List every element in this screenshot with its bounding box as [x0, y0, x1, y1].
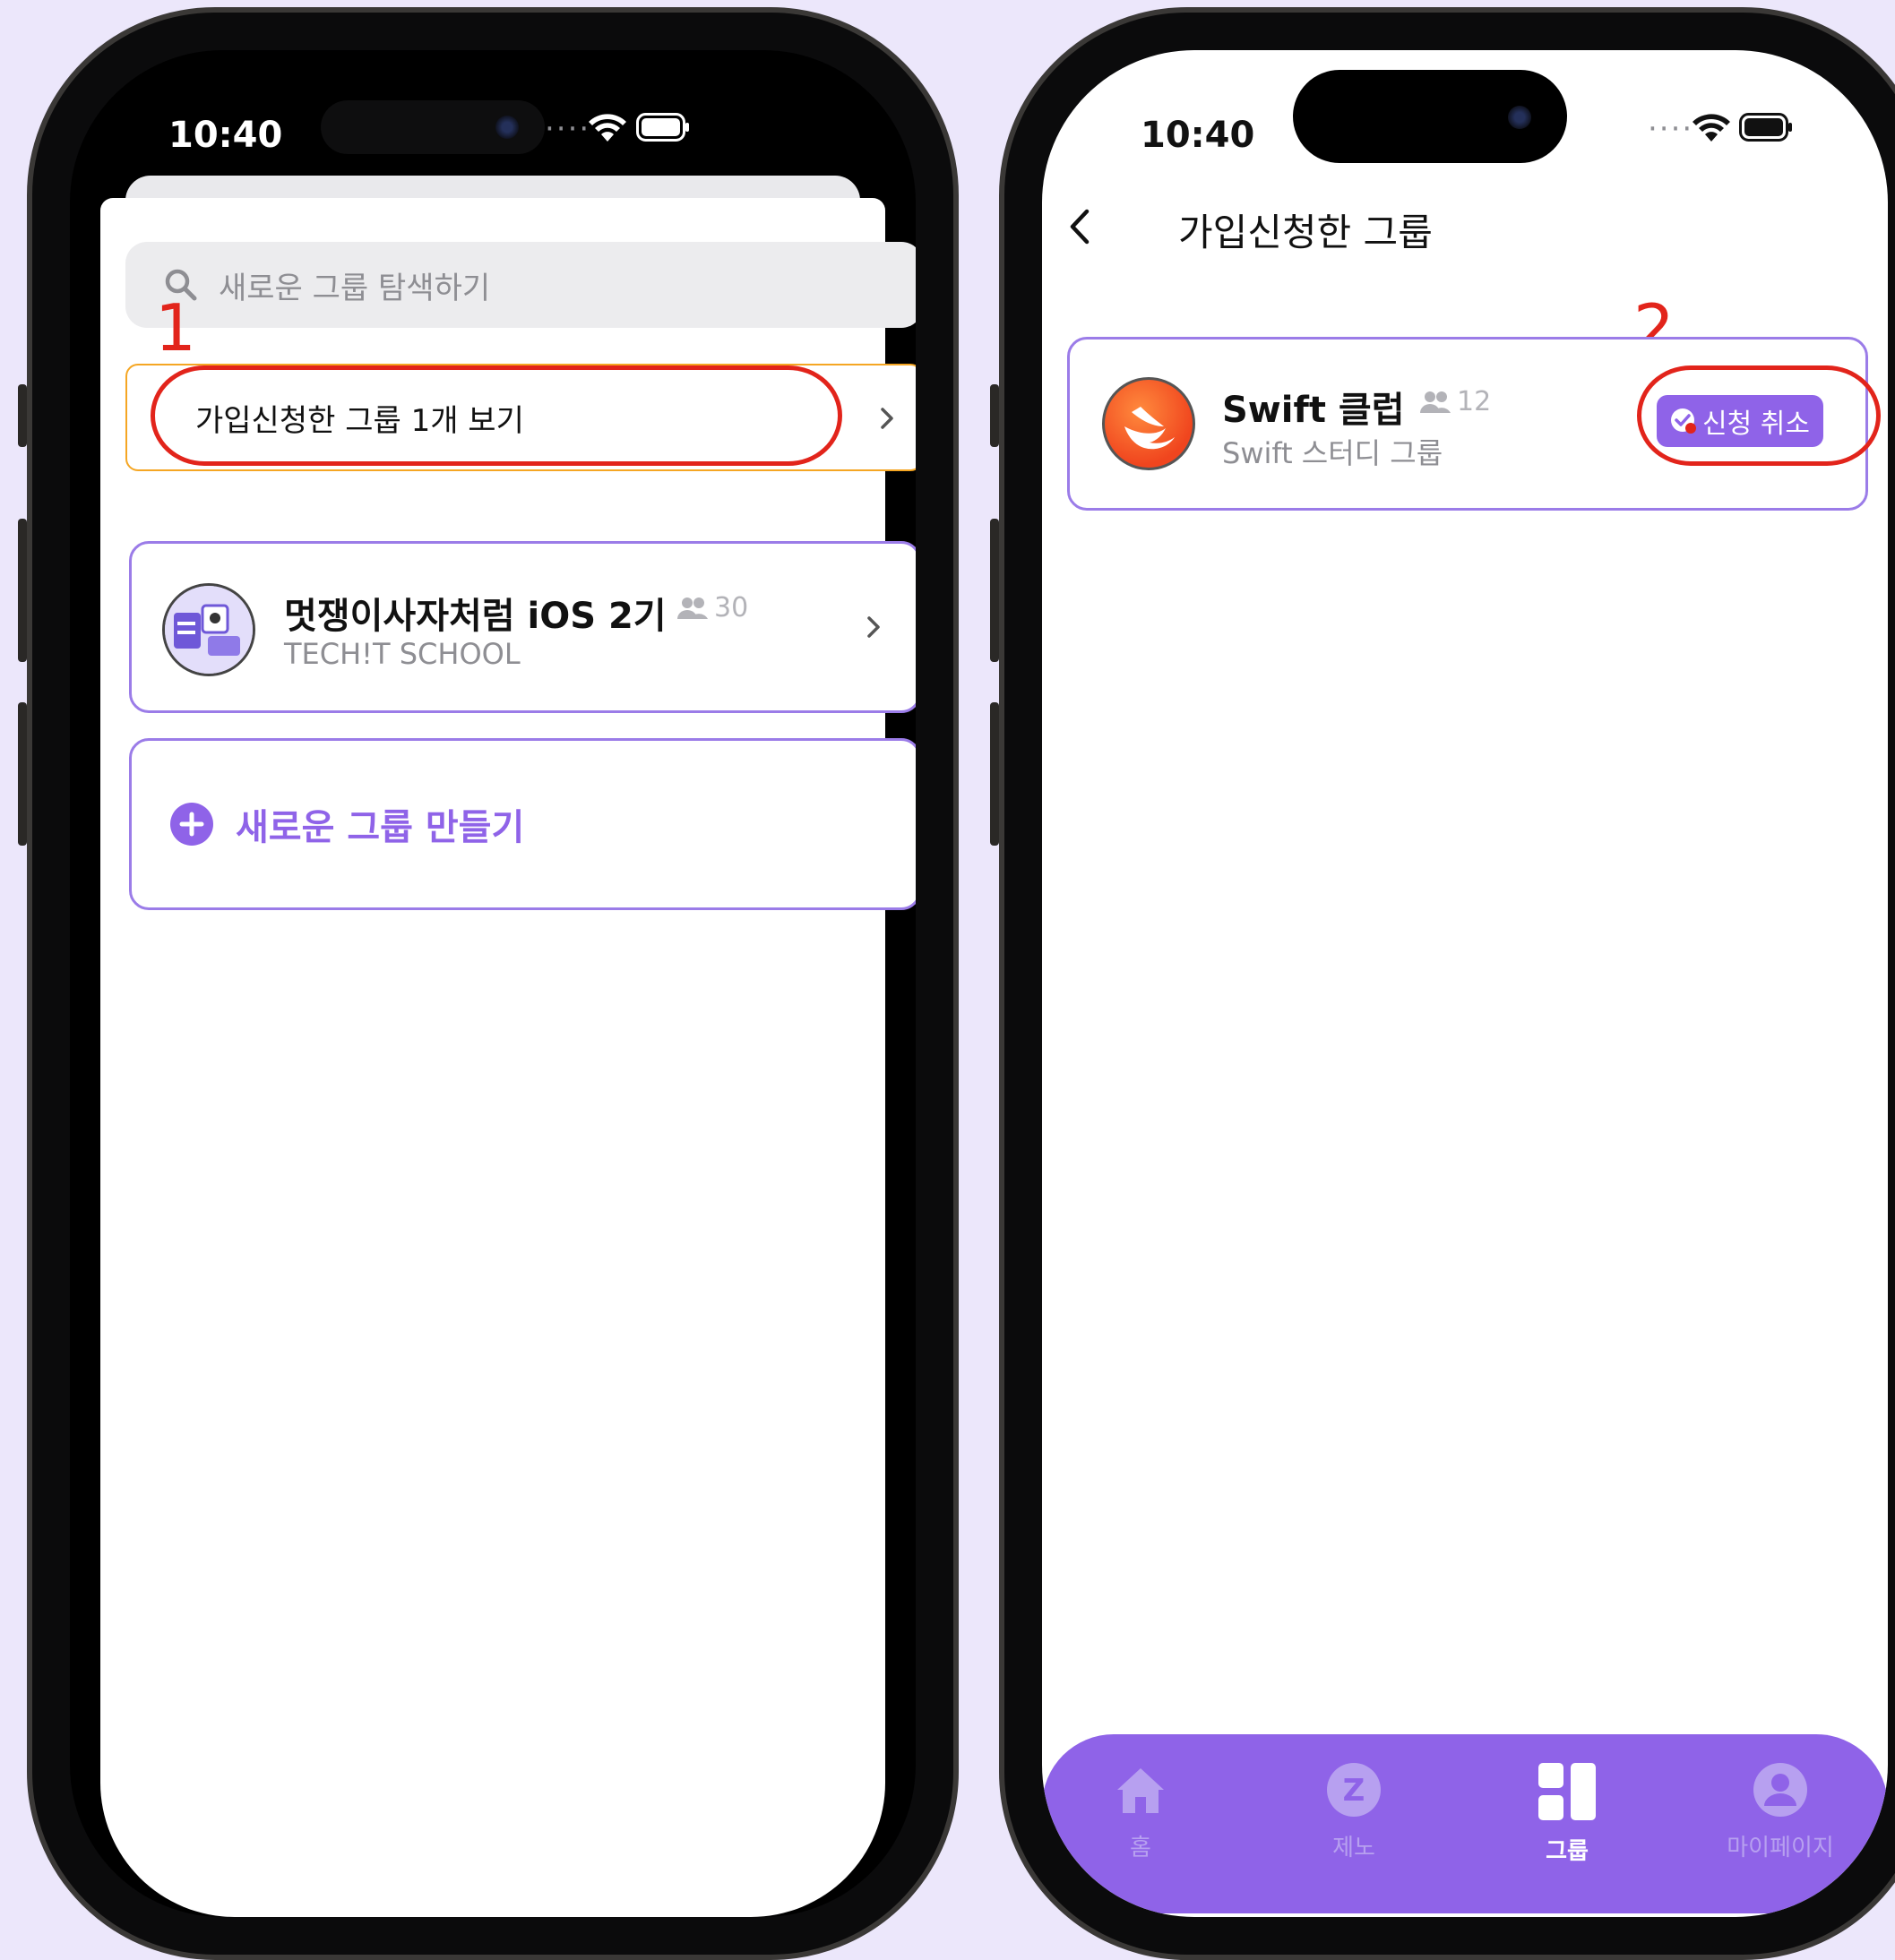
- wifi-icon: [1693, 114, 1730, 142]
- tab-mypage[interactable]: 마이페이지: [1700, 1761, 1861, 1862]
- volume-up-button: [18, 519, 27, 662]
- mute-switch: [990, 384, 999, 447]
- annotation-highlight-2: [1637, 365, 1881, 466]
- tab-mypage-label: 마이페이지: [1727, 1835, 1834, 1861]
- camera-icon: [495, 116, 519, 139]
- plus-circle-icon: [170, 803, 213, 846]
- tab-bar: 홈 Z 제노 그룹 마이페이지: [1042, 1734, 1888, 1913]
- group-avatar: [162, 583, 255, 676]
- camera-icon: [1508, 106, 1531, 129]
- member-count-value: 12: [1457, 386, 1492, 417]
- dynamic-island: [1293, 70, 1567, 163]
- svg-text:Z: Z: [1343, 1773, 1365, 1809]
- person-icon: [1753, 1763, 1807, 1817]
- status-time: 10:40: [168, 115, 283, 156]
- member-count-value: 30: [714, 592, 749, 623]
- people-icon: [677, 597, 708, 619]
- signal-dots-icon: ····: [545, 111, 591, 147]
- home-icon: [1117, 1768, 1164, 1813]
- swift-logo-icon: [1102, 377, 1195, 470]
- create-group-label: 새로운 그룹 만들기: [236, 807, 525, 848]
- zeno-icon: Z: [1327, 1763, 1381, 1817]
- mute-switch: [18, 384, 27, 447]
- back-chevron-icon[interactable]: [1067, 206, 1094, 247]
- ios-course-image-icon: [165, 586, 253, 674]
- phone-frame-left: 10:40 ···· 새로운 그룹 탐색하기 1 가입신청한 그룹 1개 보기 …: [18, 7, 959, 1960]
- battery-icon: [636, 113, 689, 142]
- group-name: Swift 클럽: [1222, 390, 1405, 431]
- volume-down-button: [18, 702, 27, 846]
- annotation-highlight-1: [151, 365, 842, 466]
- group-card-likelion[interactable]: 멋쟁이사자처럼 iOS 2기 30 TECH!T SCHOOL: [129, 541, 916, 713]
- member-count: 30: [676, 592, 748, 623]
- tab-group[interactable]: 그룹: [1486, 1761, 1648, 1866]
- member-count: 12: [1419, 386, 1491, 417]
- volume-down-button: [990, 702, 999, 846]
- dynamic-island: [321, 100, 545, 154]
- search-bar[interactable]: 새로운 그룹 탐색하기: [125, 242, 916, 328]
- page-title: 가입신청한 그룹: [1178, 211, 1433, 254]
- chevron-right-icon: [881, 408, 893, 429]
- group-name: 멋쟁이사자처럼 iOS 2기: [284, 596, 667, 637]
- create-group-button[interactable]: 새로운 그룹 만들기: [129, 738, 916, 910]
- tab-home[interactable]: 홈: [1060, 1761, 1221, 1862]
- search-placeholder: 새로운 그룹 탐색하기: [219, 270, 491, 306]
- volume-up-button: [990, 519, 999, 662]
- group-subtitle: TECH!T SCHOOL: [284, 637, 521, 671]
- screen-left: 10:40 ···· 새로운 그룹 탐색하기 1 가입신청한 그룹 1개 보기 …: [70, 50, 916, 1917]
- tab-zeno-label: 제노: [1332, 1835, 1375, 1861]
- annotation-number-1: 1: [155, 290, 196, 365]
- group-subtitle: Swift 스터디 그룹: [1222, 436, 1443, 470]
- swift-bird-icon: [1124, 407, 1175, 450]
- screen-right: 10:40 ···· 가입신청한 그룹 2 Swift 클럽 12 Swift …: [1042, 50, 1888, 1917]
- people-icon: [1420, 391, 1451, 413]
- wifi-icon: [589, 114, 626, 142]
- tab-home-label: 홈: [1130, 1835, 1151, 1861]
- status-time: 10:40: [1141, 115, 1255, 156]
- signal-dots-icon: ····: [1648, 111, 1694, 147]
- group-icon: [1538, 1763, 1596, 1820]
- phone-frame-right: 10:40 ···· 가입신청한 그룹 2 Swift 클럽 12 Swift …: [990, 7, 1895, 1960]
- tab-group-label: 그룹: [1546, 1838, 1589, 1865]
- battery-icon: [1739, 113, 1792, 142]
- tab-zeno[interactable]: Z 제노: [1273, 1761, 1434, 1862]
- chevron-right-icon: [867, 616, 880, 638]
